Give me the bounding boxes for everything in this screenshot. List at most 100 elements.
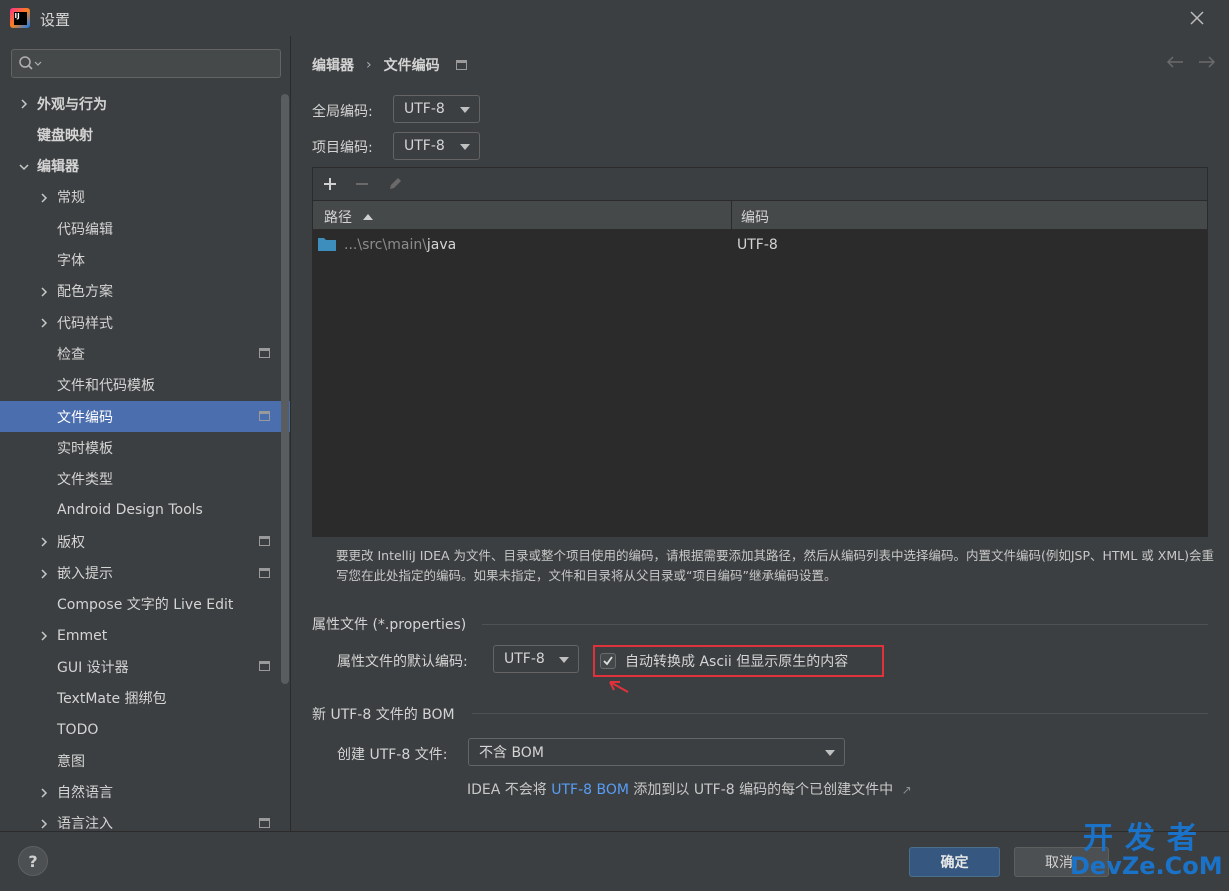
chevron-down-icon[interactable] [18,161,30,173]
project-scope-icon [259,817,270,828]
properties-encoding-value: UTF-8 [504,651,545,667]
properties-default-label: 属性文件的默认编码: [337,654,468,670]
sidebar-item[interactable]: 文件类型 [0,464,290,495]
sidebar-item[interactable]: 意图 [0,745,290,776]
sidebar-item[interactable]: 自然语言 [0,777,290,808]
sidebar-item[interactable]: 版权 [0,526,290,557]
sidebar-item[interactable]: 代码编辑 [0,213,290,244]
encoding-help-text: 要更改 IntelliJ IDEA 为文件、目录或整个项目使用的编码，请根据需要… [336,548,1214,583]
path-column-header[interactable]: 路径 [324,207,374,227]
dropdown-arrow-icon [460,107,470,113]
annotation-arrow-icon [609,681,629,693]
sidebar-item[interactable]: Emmet [0,620,290,651]
dropdown-arrow-icon [559,657,569,663]
path-header-label: 路径 [324,210,352,226]
watermark-logo: 开发者 DevZe.CoM [1070,824,1223,886]
sidebar-item-label: 文件类型 [57,472,113,489]
dropdown-arrow-icon [825,750,835,756]
table-row[interactable]: ...\src\main\java UTF-8 [313,230,1207,260]
encoding-column-header[interactable]: 编码 [741,207,769,227]
add-icon[interactable] [320,174,340,194]
help-button[interactable]: ? [18,846,48,876]
sidebar-item[interactable]: 文件和代码模板 [0,370,290,401]
external-link-icon[interactable]: ↗ [902,783,912,797]
utf8-bom-link[interactable]: UTF-8 BOM [551,782,629,798]
sidebar-item-label: 检查 [57,346,85,363]
chevron-right-icon[interactable] [38,317,50,329]
dropdown-arrow-icon [460,144,470,150]
sidebar-item[interactable]: 编辑器 [0,151,290,182]
global-encoding-select[interactable]: UTF-8 [393,95,480,123]
intellij-app-icon: IJ [10,8,30,28]
sidebar-item[interactable]: 检查 [0,338,290,369]
window-title: 设置 [40,11,71,29]
encoding-table-body: ...\src\main\java UTF-8 [313,230,1207,536]
path-name: java [426,237,457,253]
sidebar-item[interactable]: 配色方案 [0,276,290,307]
chevron-right-icon[interactable] [38,818,50,830]
breadcrumb-parent[interactable]: 编辑器 [312,55,354,75]
back-arrow-icon[interactable] [1165,54,1185,70]
sidebar-item[interactable]: 字体 [0,245,290,276]
sidebar-item[interactable]: 键盘映射 [0,119,290,150]
sidebar-item-label: 常规 [57,190,85,207]
forward-arrow-icon[interactable] [1197,54,1217,70]
watermark-bottom-text: DevZe.CoM [1070,852,1223,880]
sidebar-item[interactable]: Android Design Tools [0,495,290,526]
project-scope-icon [259,536,270,547]
ok-button[interactable]: 确定 [909,847,1000,877]
sidebar-scrollbar[interactable] [281,94,289,684]
sidebar-item-label: 代码样式 [57,315,113,332]
chevron-right-icon[interactable] [38,286,50,298]
global-encoding-label: 全局编码: [312,104,373,120]
bom-select[interactable]: 不含 BOM [468,738,845,766]
sidebar-item[interactable]: 嵌入提示 [0,558,290,589]
project-encoding-select[interactable]: UTF-8 [393,132,480,160]
chevron-right-icon[interactable] [18,98,30,110]
chevron-right-icon[interactable] [38,192,50,204]
sidebar-item[interactable]: 代码样式 [0,307,290,338]
sidebar-item-label: Android Design Tools [57,502,203,519]
bom-select-value: 不含 BOM [479,745,544,761]
sidebar-item-label: 文件和代码模板 [57,378,155,395]
annotation-highlight-box [593,645,884,677]
dialog-footer: ? 确定 取消 [0,831,1229,891]
path-prefix: ...\src\main\ [344,237,427,253]
section-divider [472,713,1208,714]
sidebar-item-label: TextMate 捆绑包 [57,691,167,708]
sidebar-item[interactable]: 外观与行为 [0,88,290,119]
table-toolbar [313,168,1207,200]
chevron-right-icon[interactable] [38,536,50,548]
project-scope-icon [259,661,270,672]
chevron-right-icon[interactable] [38,630,50,642]
sidebar-item-label: TODO [57,721,99,738]
sidebar-item[interactable]: GUI 设计器 [0,651,290,682]
sidebar-item[interactable]: TextMate 捆绑包 [0,683,290,714]
project-encoding-label: 项目编码: [312,140,373,156]
project-scope-icon [455,60,467,70]
sidebar-item-label: 配色方案 [57,284,113,301]
sidebar-item[interactable]: 常规 [0,182,290,213]
close-icon[interactable] [1185,6,1209,30]
sidebar-item[interactable]: TODO [0,714,290,745]
properties-encoding-select[interactable]: UTF-8 [493,645,579,673]
search-input[interactable] [46,53,276,74]
chevron-right-icon[interactable] [38,568,50,580]
sidebar-item-label: GUI 设计器 [57,659,129,676]
sidebar-item[interactable]: 文件编码 [0,401,290,432]
project-encoding-value: UTF-8 [404,138,445,154]
sidebar-item-label: 代码编辑 [57,221,113,238]
sidebar-item-label: 文件编码 [57,409,113,426]
encoding-table-panel: 路径 编码 ...\src\main\java UTF-8 [312,167,1208,537]
remove-icon[interactable] [352,174,372,194]
sidebar-item[interactable]: Compose 文字的 Live Edit [0,589,290,620]
column-divider [731,201,732,231]
settings-search-box[interactable] [11,49,281,78]
table-header: 路径 编码 [313,200,1207,231]
history-nav [1165,54,1217,70]
chevron-right-icon[interactable] [38,787,50,799]
bom-note: IDEA 不会将 UTF-8 BOM 添加到以 UTF-8 编码的每个已创建文件… [467,779,912,799]
edit-icon[interactable] [385,174,405,194]
sidebar-item[interactable]: 实时模板 [0,432,290,463]
create-utf8-label: 创建 UTF-8 文件: [337,747,448,763]
